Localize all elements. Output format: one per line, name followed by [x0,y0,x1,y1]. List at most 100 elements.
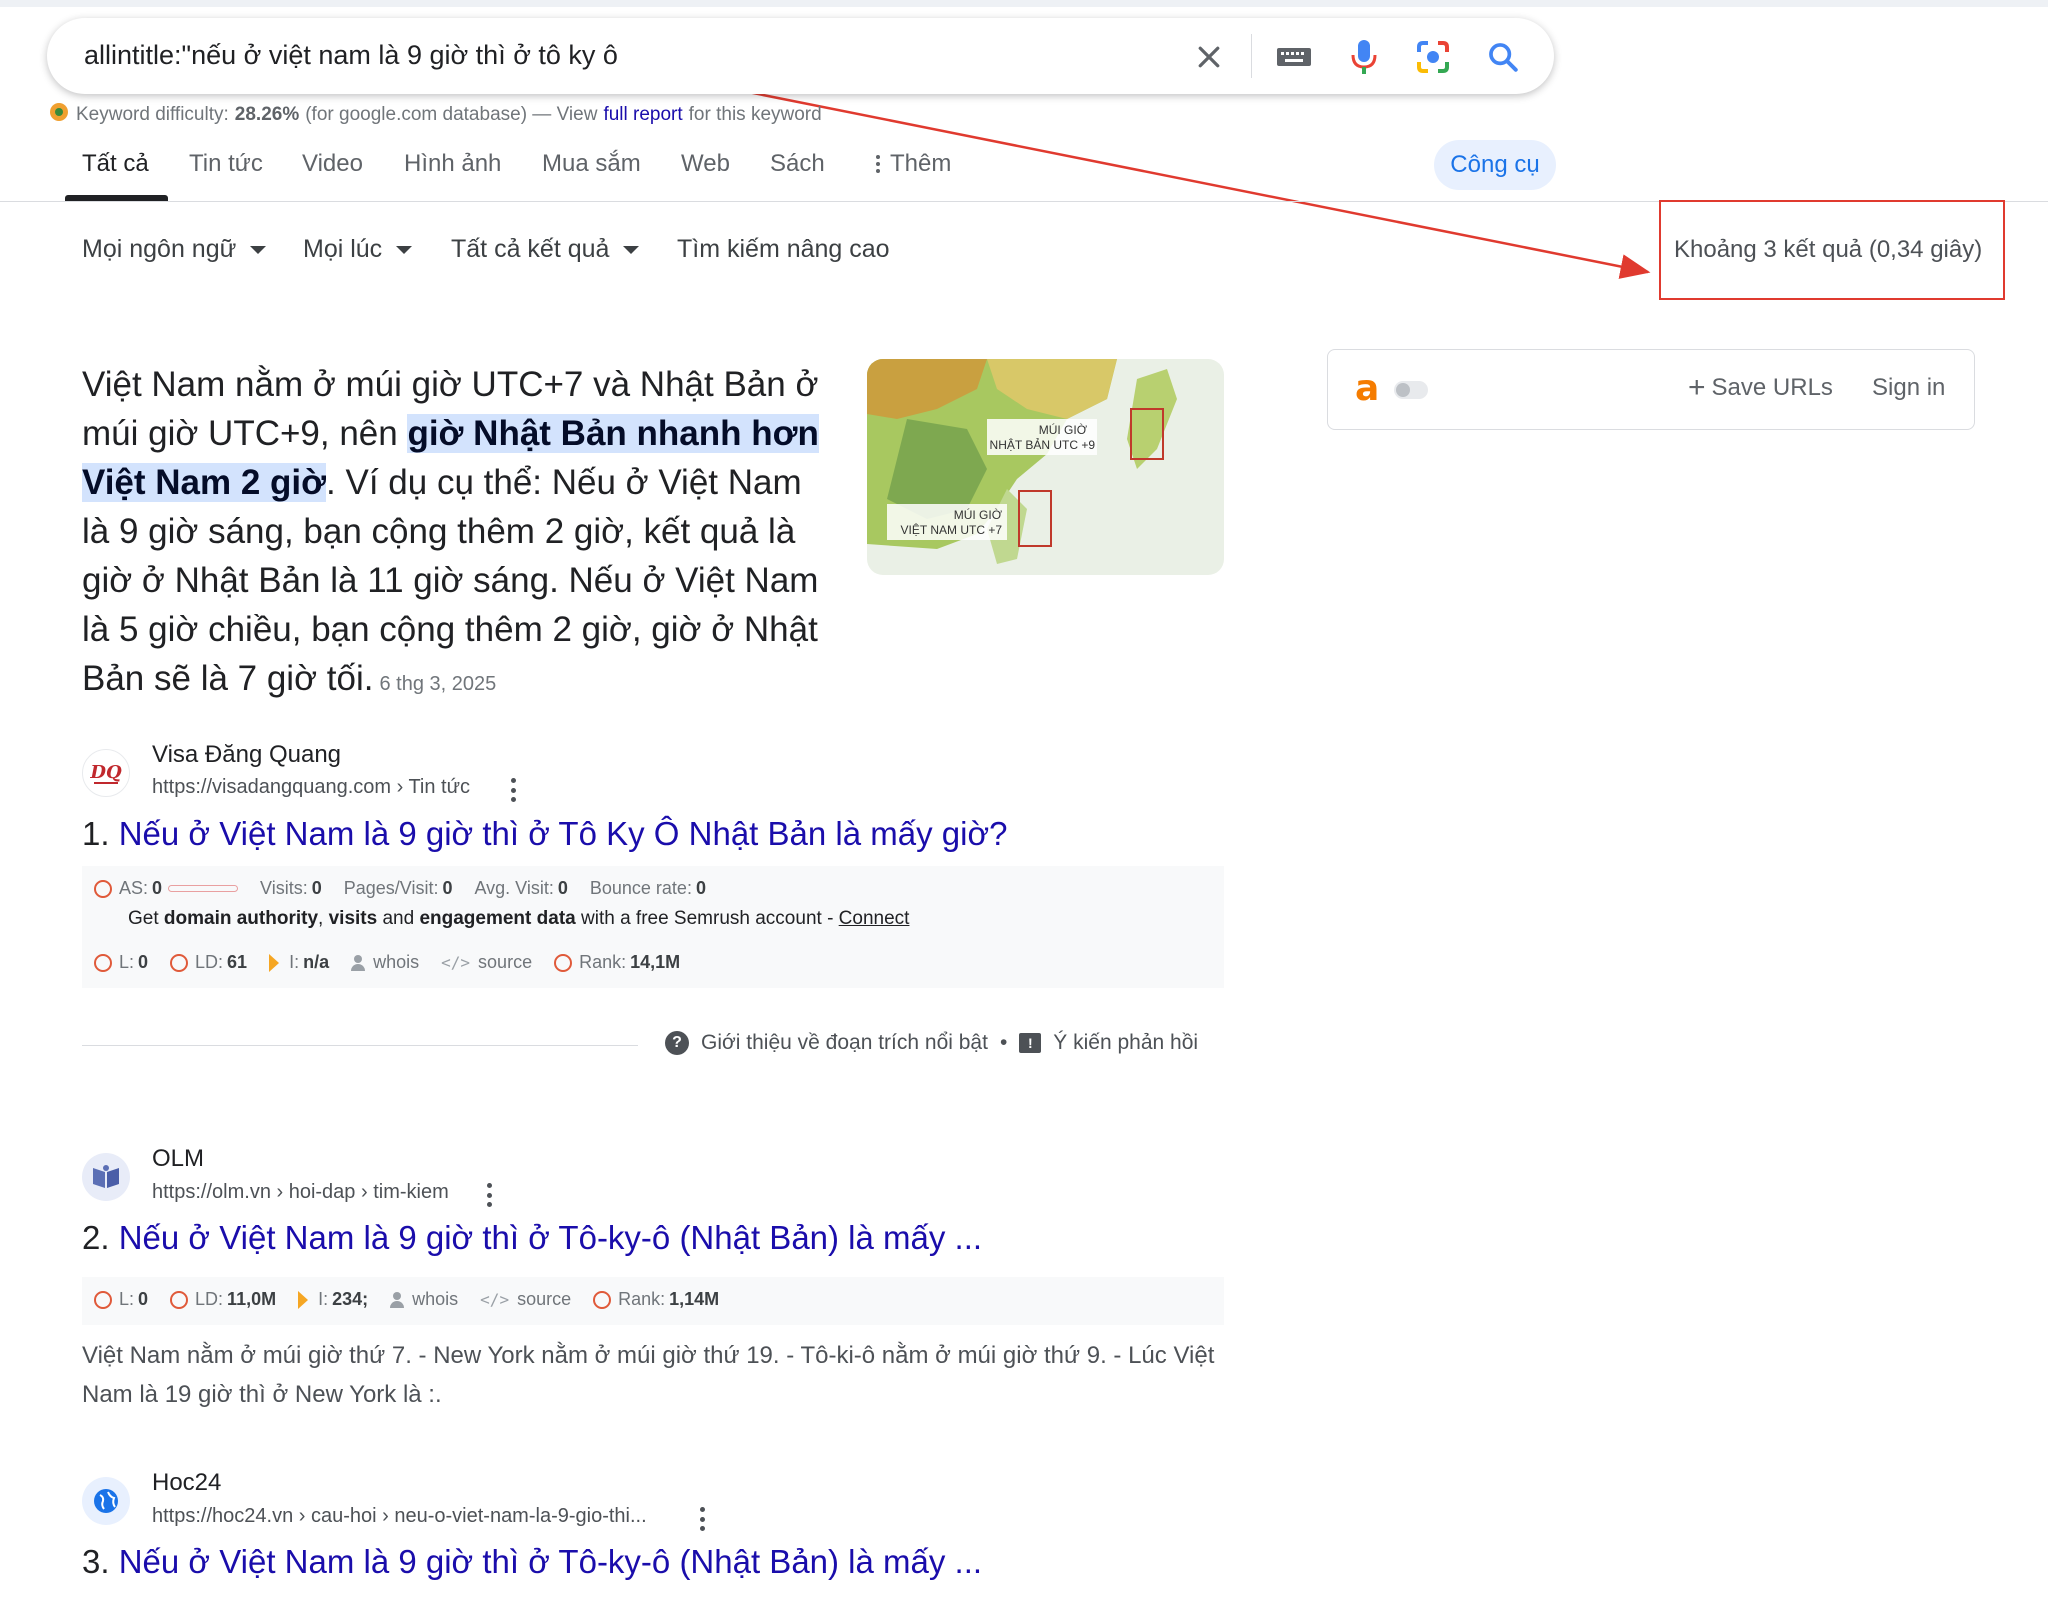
ppv-value: 0 [442,878,453,898]
whois-label: whois [373,952,420,972]
kd-label: Keyword difficulty: [76,104,229,125]
result-number: 1. [82,815,110,852]
more-options-icon[interactable] [700,1507,706,1531]
source-label: source [517,1289,572,1309]
rank-value: 1,14M [669,1289,720,1309]
search-tabs: Tất cả Tin tức Video Hình ảnh Mua sắm We… [0,140,2048,202]
result-title-link[interactable]: 2. Nếu ở Việt Nam là 9 giờ thì ở Tô-ky-ô… [82,1219,982,1257]
microphone-icon[interactable] [1342,35,1386,79]
semrush-ring-icon [170,1290,189,1309]
results-filter[interactable]: Tất cả kết quả [451,235,640,264]
result-url[interactable]: https://olm.vn › hoi-dap › tim-kiem [152,1181,449,1204]
result-site-name[interactable]: OLM [152,1145,204,1173]
lens-icon[interactable] [1411,35,1455,79]
more-options-icon[interactable] [487,1183,493,1207]
result-url[interactable]: https://visadangquang.com › Tin tức [152,776,470,799]
snippet-date: 6 thg 3, 2025 [379,673,497,695]
tab-news[interactable]: Tin tức [189,150,263,178]
result-title-link[interactable]: 1. Nếu ở Việt Nam là 9 giờ thì ở Tô Ky Ô… [82,815,1007,853]
links-metric: L: 0 [94,1289,148,1310]
more-options-icon[interactable] [511,778,517,802]
bounce-label: Bounce rate: [589,878,692,898]
ld-value: 61 [227,952,248,972]
visits-value: 0 [311,878,322,898]
search-icon[interactable] [1481,35,1525,79]
tab-more-label: Thêm [890,150,952,177]
get-mid: and [382,908,415,929]
visits-label: Visits: [260,878,308,898]
favicon-letters: DQ [89,762,122,783]
caret-down-icon [250,245,267,254]
featured-snippet-footer: ? Giới thiệu về đoạn trích nổi bật • ! Ý… [82,1030,1224,1060]
semrush-ring-icon [94,879,112,898]
get-b3: engagement data [419,908,576,929]
results-filter-label: Tất cả kết quả [451,235,610,263]
tab-shopping[interactable]: Mua sắm [542,150,641,178]
timezone-map-image[interactable]: MÚI GIỜ NHẬT BẢN UTC +9 MÚI GIỜ VIỆT NAM… [867,359,1224,575]
time-filter[interactable]: Mọi lúc [303,235,413,264]
tab-video[interactable]: Video [302,150,363,178]
l-label: L: [119,952,135,972]
ld-value: 11,0M [227,1289,277,1309]
person-icon [351,954,366,971]
feedback-link[interactable]: Ý kiến phản hồi [1053,1031,1198,1055]
get-sep1: , [318,908,324,929]
ld-label: LD: [195,1289,224,1309]
i-value: 234; [332,1289,369,1309]
source-link[interactable]: </> source [480,1289,571,1310]
result-snippet: Việt Nam nằm ở múi giờ thứ 7. - New York… [82,1342,1215,1408]
keyboard-icon[interactable] [1272,35,1316,79]
ppv-label: Pages/Visit: [343,878,439,898]
semrush-ring-icon [593,1290,612,1309]
rank-metric: Rank: 1,14M [593,1289,719,1310]
result-site-name[interactable]: Hoc24 [152,1469,221,1497]
globe-favicon [82,1477,130,1525]
result-site-name[interactable]: Visa Đăng Quang [152,741,341,769]
tab-more[interactable]: Thêm [876,150,951,178]
avg-label: Avg. Visit: [474,878,554,898]
tools-button[interactable]: Công cụ [1434,140,1556,190]
about-featured-snippets: ? Giới thiệu về đoạn trích nổi bật • ! Ý… [665,1031,1198,1055]
source-link[interactable]: </> source [441,952,532,973]
whois-link[interactable]: whois [351,952,419,973]
language-filter[interactable]: Mọi ngôn ngữ [82,235,267,264]
rank-label: Rank: [618,1289,666,1309]
tab-images[interactable]: Hình ảnh [404,150,501,178]
seo-traffic-row: AS: 0 Visits: 0 Pages/Visit: 0 Avg. Visit: 0… [94,878,728,899]
search-input[interactable]: allintitle:"nếu ở việt nam là 9 giờ thì … [84,40,618,71]
code-icon: </> [480,1290,510,1309]
tab-web[interactable]: Web [681,150,730,178]
result-number: 2. [82,1219,110,1256]
avg-visit-metric: Avg. Visit: 0 [474,878,567,899]
japan-zone-label-1: MÚI GIỜ [1039,422,1088,437]
plus-icon: + [1688,371,1706,404]
search-divider [1251,34,1252,78]
vietnam-zone-label-2: VIỆT NAM UTC +7 [901,522,1003,537]
save-urls-button[interactable]: + Save URLs [1688,371,1833,404]
search-box[interactable]: allintitle:"nếu ở việt nam là 9 giờ thì … [47,18,1554,94]
sign-in-button[interactable]: Sign in [1872,374,1945,402]
ld-label: LD: [195,952,224,972]
help-icon: ? [665,1031,689,1055]
i-label: I: [318,1289,329,1309]
seo-metrics-box: AS: 0 Visits: 0 Pages/Visit: 0 Avg. Visit: 0… [82,866,1224,988]
seo-links-row: L: 0 LD: 61 I: n/a whois </> source Rank: 14,… [94,952,702,973]
tab-all[interactable]: Tất cả [82,150,149,178]
full-report-link[interactable]: full report [603,104,682,126]
about-featured-link[interactable]: Giới thiệu về đoạn trích nổi bật [701,1031,988,1055]
kd-value: 28.26% [234,104,300,125]
advanced-search-link[interactable]: Tìm kiếm nâng cao [677,235,890,264]
whois-link[interactable]: whois [390,1289,458,1310]
bounce-value: 0 [695,878,706,898]
extension-logo: a [1355,368,1380,409]
featured-snippet: Việt Nam nằm ở múi giờ UTC+7 và Nhật Bản… [82,360,832,709]
l-value: 0 [138,952,149,972]
i-label: I: [289,952,300,972]
result-title-link[interactable]: 3. Nếu ở Việt Nam là 9 giờ thì ở Tô-ky-ô… [82,1543,982,1581]
extension-toggle[interactable] [1394,381,1428,399]
close-icon[interactable] [1187,35,1231,79]
tab-books[interactable]: Sách [770,150,825,178]
result-stats: Khoảng 3 kết quả (0,34 giây) [1674,236,1983,263]
connect-link[interactable]: Connect [839,908,910,930]
result-url[interactable]: https://hoc24.vn › cau-hoi › neu-o-viet-… [152,1505,647,1528]
